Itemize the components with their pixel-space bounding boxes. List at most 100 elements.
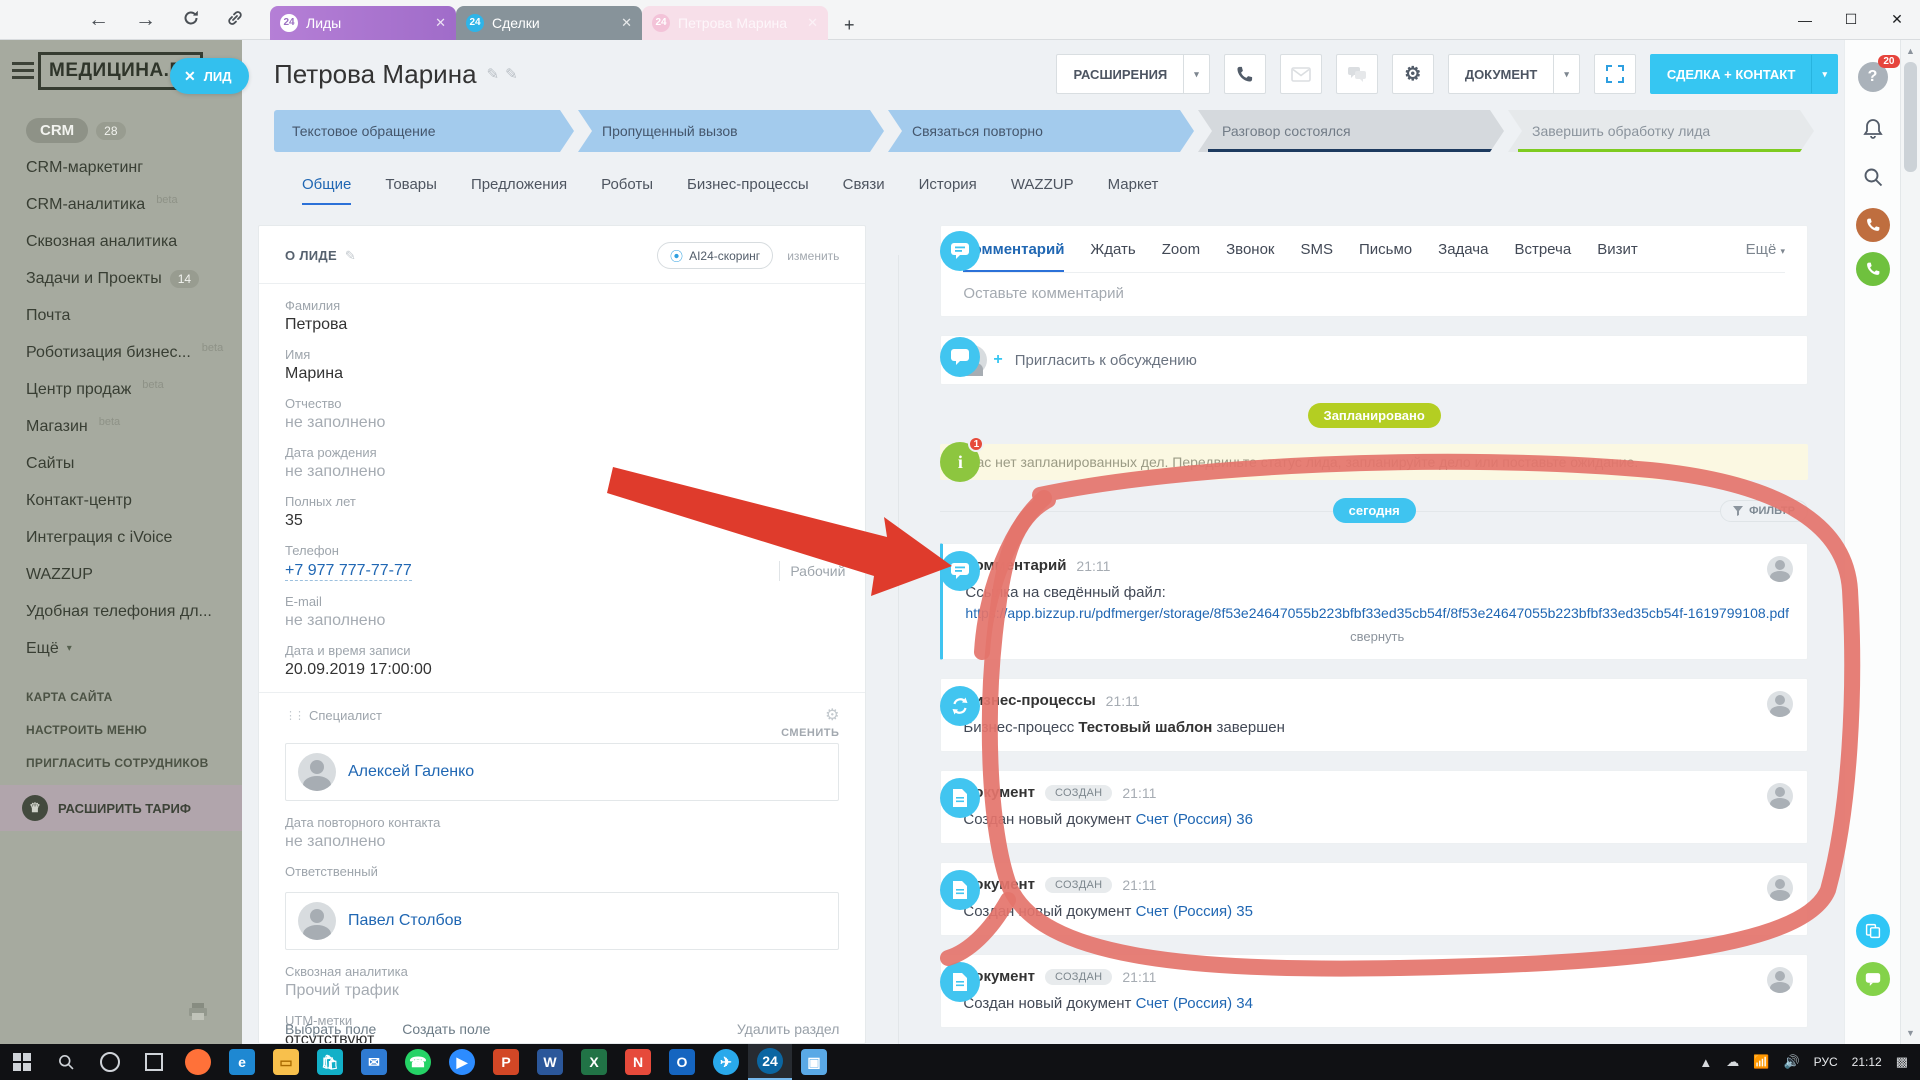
settings-button[interactable]: ⚙ (1392, 54, 1434, 94)
taskbar-mail-icon[interactable]: ✉ (361, 1049, 387, 1075)
field-value[interactable]: 35 (285, 512, 839, 530)
taskbar-firefox-icon[interactable] (185, 1049, 211, 1075)
phone-link[interactable]: +7 977 777-77-77 (285, 562, 412, 581)
tab-wait[interactable]: Ждать (1090, 241, 1135, 272)
stage-finish-lead[interactable]: Завершить обработку лида (1508, 110, 1814, 152)
tab-general[interactable]: Общие (302, 176, 351, 205)
sidebar-item-wazzup[interactable]: WAZZUP (26, 556, 234, 593)
tab-call[interactable]: Звонок (1226, 241, 1274, 272)
field-value[interactable]: Прочий трафик (285, 982, 839, 1000)
tab-close-icon[interactable]: ✕ (807, 15, 818, 31)
chat-button[interactable] (1336, 54, 1378, 94)
copilot-widget-button[interactable] (1856, 914, 1890, 948)
extensions-button[interactable]: РАСШИРЕНИЯ ▾ (1056, 54, 1209, 94)
responsible-name-link[interactable]: Павел Столбов (348, 912, 462, 930)
telephony-widget-button[interactable] (1856, 208, 1890, 242)
tab-relations[interactable]: Связи (843, 176, 885, 205)
sidebar-item-rpa[interactable]: Роботизация бизнес...beta (26, 334, 234, 371)
taskbar-bitrix24-active[interactable]: 24 (748, 1044, 792, 1080)
tab-petrova-marina[interactable]: 24 Петрова Марина ✕ (642, 6, 828, 40)
field-value[interactable]: не заполнено (285, 414, 839, 432)
tab-close-icon[interactable]: ✕ (435, 15, 446, 31)
taskbar-zoom-icon[interactable]: ▶ (449, 1049, 475, 1075)
sidebar-item-crm-marketing[interactable]: CRM-маркетинг (26, 149, 234, 186)
callback-widget-button[interactable] (1856, 252, 1890, 286)
tab-email[interactable]: Письмо (1359, 241, 1412, 272)
tab-wazzup[interactable]: WAZZUP (1011, 176, 1074, 205)
tab-task[interactable]: Задача (1438, 241, 1488, 272)
select-field-link[interactable]: Выбрать поле (285, 1021, 376, 1037)
stage-text-request[interactable]: Текстовое обращение (274, 110, 574, 152)
tab-quotes[interactable]: Предложения (471, 176, 567, 205)
taskbar-word-icon[interactable]: W (537, 1049, 563, 1075)
document-link[interactable]: Счет (Россия) 35 (1136, 903, 1253, 920)
chevron-down-icon[interactable]: ▾ (1183, 55, 1209, 93)
delete-section-link[interactable]: Удалить раздел (737, 1021, 840, 1037)
cortana-button[interactable] (88, 1044, 132, 1080)
sidebar-item-end-to-end-analytics[interactable]: Сквозная аналитика (26, 223, 234, 260)
expand-tariff-button[interactable]: ♛ РАСШИРИТЬ ТАРИФ (0, 785, 242, 831)
language-indicator[interactable]: РУС (1814, 1055, 1838, 1069)
stage-missed-call[interactable]: Пропущенный вызов (578, 110, 884, 152)
tab-zoom[interactable]: Zoom (1162, 241, 1200, 272)
sidebar-item-ivoice[interactable]: Интеграция с iVoice (26, 519, 234, 556)
gear-icon[interactable]: ⚙ (825, 705, 839, 725)
back-button[interactable]: ← (88, 9, 109, 30)
task-view-button[interactable] (132, 1044, 176, 1080)
sitemap-link[interactable]: КАРТА САЙТА (26, 690, 209, 704)
field-value[interactable]: Марина (285, 365, 839, 383)
tab-robots[interactable]: Роботы (601, 176, 653, 205)
field-value[interactable]: не заполнено (285, 833, 839, 851)
field-value[interactable]: Петрова (285, 316, 839, 334)
start-button[interactable] (0, 1044, 44, 1080)
stage-conversation-held[interactable]: Разговор состоялся (1198, 110, 1504, 152)
tab-products[interactable]: Товары (385, 176, 437, 205)
taskbar-onenote-icon[interactable]: N (625, 1049, 651, 1075)
collapse-link[interactable]: свернуть (965, 629, 1789, 644)
help-button[interactable]: ?20 (1858, 62, 1888, 92)
action-center-icon[interactable]: ▩ (1896, 1054, 1908, 1070)
maximize-button[interactable]: ☐ (1828, 0, 1874, 40)
edit-section-icon[interactable]: ✎ (345, 248, 356, 264)
comment-input[interactable]: Оставьте комментарий (963, 273, 1785, 316)
taskbar-outlook-icon[interactable]: O (669, 1049, 695, 1075)
printer-icon[interactable] (188, 1003, 208, 1026)
sidebar-item-more[interactable]: Ещё▾ (26, 630, 234, 667)
fullscreen-button[interactable] (1594, 54, 1636, 94)
close-button[interactable]: ✕ (1874, 0, 1920, 40)
lead-slider-badge[interactable]: ✕ ЛИД (170, 58, 249, 94)
sidebar-item-telephony[interactable]: Удобная телефония дл... (26, 593, 234, 630)
call-button[interactable] (1224, 54, 1266, 94)
search-button[interactable] (1862, 166, 1884, 193)
ai-scoring-badge[interactable]: ⦿AI24-скоринг (657, 242, 773, 269)
taskbar-store-icon[interactable]: 🛍 (317, 1049, 343, 1075)
scroll-down-icon[interactable]: ▼ (1901, 1028, 1920, 1038)
network-icon[interactable]: 📶 (1753, 1054, 1769, 1070)
taskbar-whatsapp-icon[interactable]: ☎ (405, 1049, 431, 1075)
field-value[interactable]: не заполнено (285, 612, 839, 630)
tab-business-processes[interactable]: Бизнес-процессы (687, 176, 809, 205)
tab-meeting[interactable]: Встреча (1514, 241, 1571, 272)
sidebar-item-mail[interactable]: Почта (26, 297, 234, 334)
scroll-up-icon[interactable]: ▲ (1901, 46, 1920, 56)
field-value[interactable]: не заполнено (285, 463, 839, 481)
hamburger-menu-icon[interactable] (12, 58, 34, 83)
tab-visit[interactable]: Визит (1597, 241, 1638, 272)
new-tab-button[interactable]: + (844, 15, 855, 36)
document-link[interactable]: Счет (Россия) 34 (1136, 995, 1253, 1012)
taskbar-search-button[interactable] (44, 1044, 88, 1080)
change-specialist-link[interactable]: СМЕНИТЬ (285, 727, 839, 739)
merged-file-link[interactable]: https://app.bizzup.ru/pdfmerger/storage/… (965, 605, 1789, 621)
taskbar-explorer-icon[interactable]: ▭ (273, 1049, 299, 1075)
sidebar-item-contact-center[interactable]: Контакт-центр (26, 482, 234, 519)
sidebar-item-crm[interactable]: CRM 28 (26, 112, 234, 149)
sidebar-item-store[interactable]: Магазинbeta (26, 408, 234, 445)
sidebar-item-tasks-projects[interactable]: Задачи и Проекты14 (26, 260, 234, 297)
document-link[interactable]: Счет (Россия) 36 (1136, 811, 1253, 828)
taskbar-photos-icon[interactable]: ▣ (801, 1049, 827, 1075)
chat-widget-button[interactable] (1856, 962, 1890, 996)
taskbar-excel-icon[interactable]: X (581, 1049, 607, 1075)
forward-button[interactable]: → (135, 9, 156, 30)
filter-button[interactable]: ФИЛЬТР (1720, 500, 1808, 522)
invite-employees-link[interactable]: ПРИГЛАСИТЬ СОТРУДНИКОВ (26, 756, 209, 770)
